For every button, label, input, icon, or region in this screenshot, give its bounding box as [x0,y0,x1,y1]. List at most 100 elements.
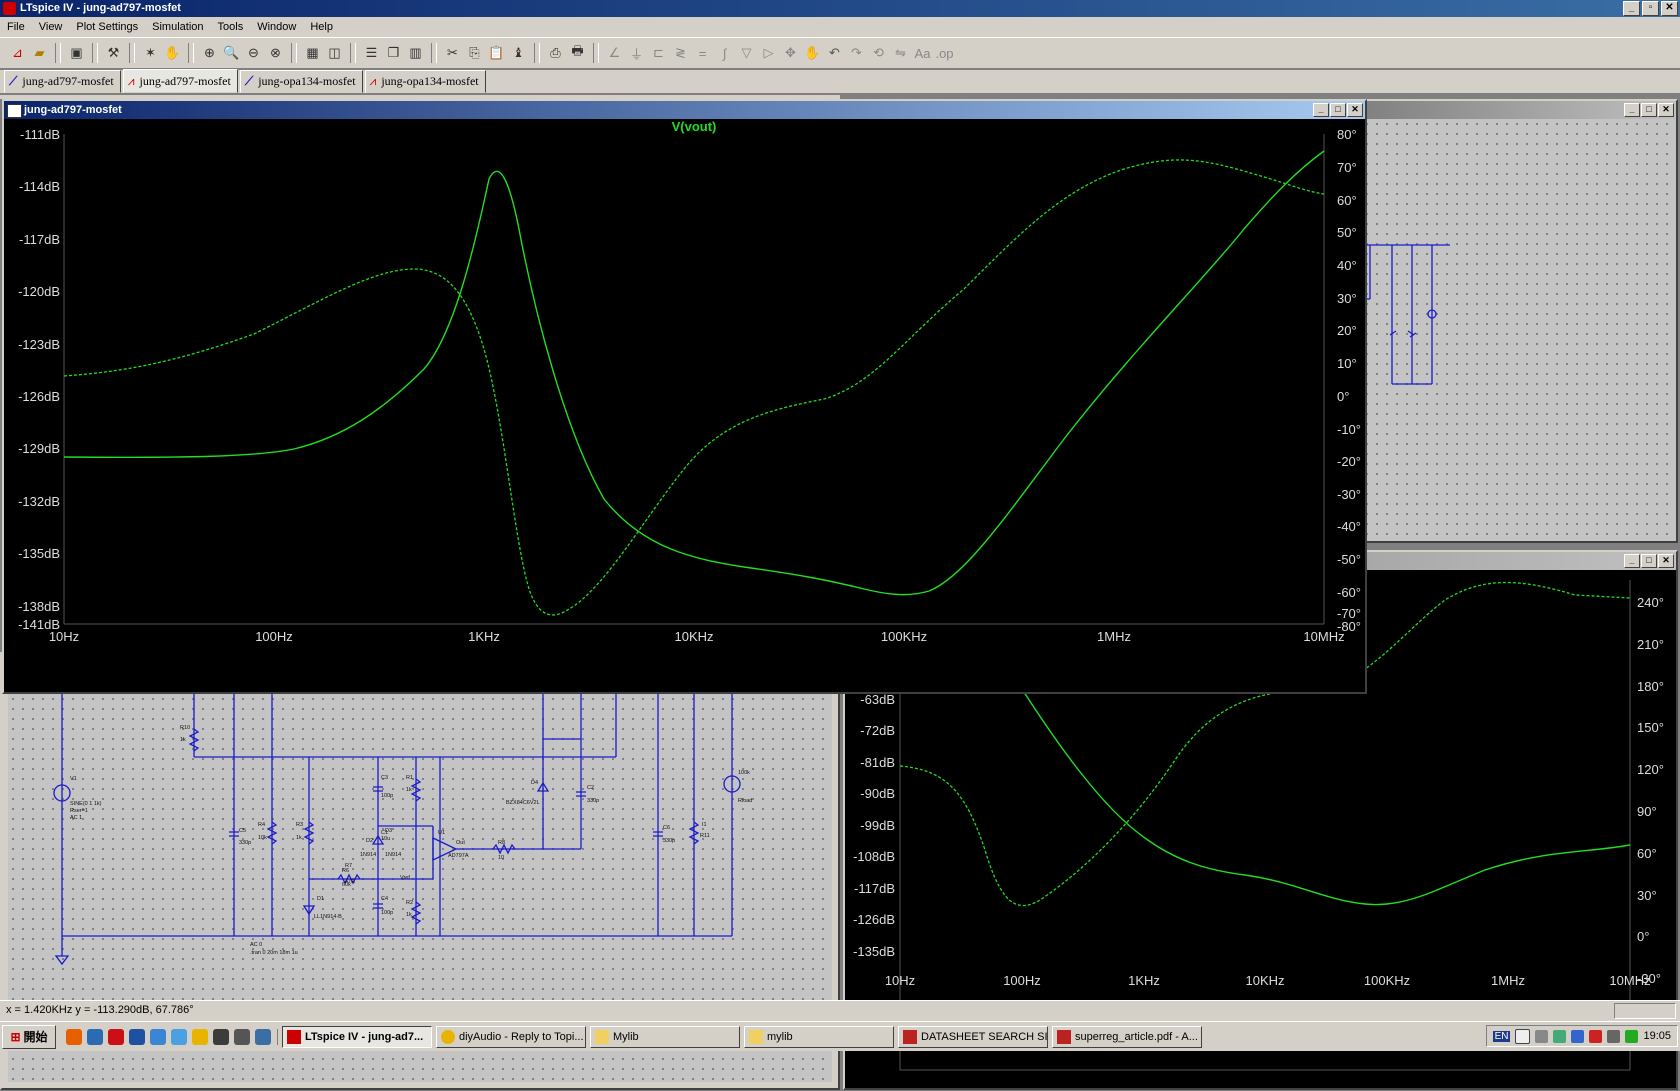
task-label: LTspice IV - jung-ad7... [305,1030,424,1043]
menu-help[interactable]: Help [303,21,340,33]
control-panel-icon[interactable]: ⚒ [104,44,123,63]
copy-icon[interactable]: ⎘ [465,44,484,63]
find-icon[interactable]: ♝ [509,44,528,63]
wire-icon[interactable]: ∠ [605,44,624,63]
tab-waveform-ad797[interactable]: ⩘ jung-ad797-mosfet [122,69,238,93]
zoom-out-icon[interactable]: ⊖ [244,44,263,63]
capacitor-icon[interactable]: = [693,44,712,63]
maximize-button[interactable]: □ [1330,103,1346,117]
resistor-icon[interactable]: ≷ [671,44,690,63]
component-icon[interactable]: ▷ [759,44,778,63]
halt-icon[interactable]: ✋ [163,44,182,63]
language-indicator[interactable]: EN [1492,1030,1511,1042]
menu-simulation[interactable]: Simulation [145,21,210,33]
redo-icon[interactable]: ↷ [847,44,866,63]
monitor-icon[interactable] [1571,1029,1585,1043]
window-title-bar[interactable]: jung-ad797-mosfet [4,101,1365,119]
open-folder-icon[interactable]: ▰ [30,44,49,63]
media-player-icon[interactable] [129,1028,145,1045]
task-superreg-pdf[interactable]: superreg_article.pdf - A... [1052,1025,1202,1048]
minimize-button[interactable]: _ [1313,103,1329,117]
tab-schematic-opa134[interactable]: ⟋ jung-opa134-mosfet [239,70,363,93]
menu-tools[interactable]: Tools [211,21,251,33]
close-button[interactable]: ✕ [1658,103,1674,117]
zoom-in-icon[interactable]: ⊕ [200,44,219,63]
task-ltspice[interactable]: LTspice IV - jung-ad7... [282,1025,432,1048]
tran-directive[interactable]: AC 0 [250,942,262,948]
tab-waveform-opa134[interactable]: ⩘ jung-opa134-mosfet [364,70,486,93]
network-icon[interactable] [1553,1029,1567,1043]
new-schematic-icon[interactable]: ⊿ [8,44,27,63]
ie-icon[interactable] [150,1028,166,1045]
waveform-window-ad797[interactable]: jung-ad797-mosfet _ □ ✕ V(vout) -111dB -… [2,99,1367,694]
print-setup-icon[interactable]: ⎙ [546,44,565,63]
phone-icon[interactable] [213,1028,229,1045]
cascade-icon[interactable]: ❐ [384,44,403,63]
minimize-button[interactable]: _ [1624,103,1640,117]
flag-icon[interactable] [1625,1029,1639,1043]
x-tick: 10Hz [49,629,79,644]
schematic-window-opa134[interactable]: _ □ ✕ [1360,99,1678,543]
antivirus-icon[interactable] [1589,1029,1603,1043]
opera-icon[interactable] [108,1028,124,1045]
print-icon[interactable]: 🖶 [568,43,587,63]
mirror-icon[interactable]: ⇋ [891,44,910,63]
rotate-icon[interactable]: ⟲ [869,44,888,63]
spice-directive-icon[interactable]: .op [935,44,954,63]
start-button[interactable]: ⊞ 開始 [2,1024,56,1049]
minimize-button[interactable]: _ [1624,554,1640,568]
maximize-button[interactable]: □ [1641,103,1657,117]
move-icon[interactable]: ✥ [781,44,800,63]
menu-file[interactable]: File [0,21,32,33]
help-icon[interactable] [1515,1028,1531,1044]
firefox-icon[interactable] [66,1028,82,1045]
maximize-button[interactable]: □ [1641,554,1657,568]
pan-icon[interactable]: 🔍 [222,44,241,63]
add-trace-icon[interactable]: ◫ [325,44,344,63]
drag-icon[interactable]: ✋ [803,44,822,63]
undo-icon[interactable]: ↶ [825,44,844,63]
python-icon[interactable] [255,1028,271,1045]
close-button[interactable]: ✕ [1658,554,1674,568]
task-label: DATASHEET SEARCH SI... [921,1030,1048,1043]
minimize-button[interactable]: _ [1623,1,1640,16]
label-r8: R8 [498,840,505,846]
zoom-fit-icon[interactable]: ⊗ [266,44,285,63]
save-icon[interactable]: ▣ [67,44,86,63]
pen-icon[interactable] [1535,1029,1549,1043]
chrome-icon[interactable] [192,1028,208,1045]
plot-pane[interactable]: V(vout) -111dB -114dB -117dB -120dB -123… [4,119,1365,692]
task-folder-mylib[interactable]: Mylib [590,1025,740,1048]
tile-horizontal-icon[interactable]: ☰ [362,44,381,63]
app-title-bar[interactable]: LTspice IV - jung-ad797-mosfet _ ▫ ✕ [0,0,1680,17]
schematic-canvas[interactable] [1362,119,1676,541]
menu-view[interactable]: View [32,21,70,33]
run-icon[interactable]: ✶ [141,44,160,63]
trace-label-vout[interactable]: V(vout) [672,119,717,134]
ground-icon[interactable]: ⏚ [627,44,646,63]
tab-schematic-ad797[interactable]: ⟋ jung-ad797-mosfet [4,70,121,93]
task-folder-mylib-2[interactable]: mylib [744,1025,894,1048]
paste-icon[interactable]: 📋 [487,44,506,63]
x-tick: 1MHz [1097,629,1131,644]
restore-button[interactable]: ▫ [1642,1,1659,16]
ie-icon-2[interactable] [171,1028,187,1045]
text-icon[interactable]: Aa [913,44,932,63]
mail-icon[interactable] [234,1028,250,1045]
tile-vertical-icon[interactable]: ▥ [406,44,425,63]
menu-window[interactable]: Window [250,21,303,33]
inductor-icon[interactable]: ∫ [715,44,734,63]
label-net-icon[interactable]: ⊏ [649,44,668,63]
ac-directive[interactable]: .tran 0 20m 18m 1u [250,950,298,956]
diode-icon[interactable]: ▽ [737,44,756,63]
close-button[interactable]: ✕ [1347,103,1363,117]
autorange-icon[interactable]: ▦ [303,44,322,63]
cut-icon[interactable]: ✂ [443,44,462,63]
close-button[interactable]: ✕ [1661,1,1678,16]
thunderbird-icon[interactable] [87,1028,103,1045]
menu-plot-settings[interactable]: Plot Settings [69,21,145,33]
task-datasheet[interactable]: DATASHEET SEARCH SI... [898,1025,1048,1048]
volume-icon[interactable] [1607,1029,1621,1043]
task-chrome-diyaudio[interactable]: diyAudio - Reply to Topi... [436,1025,586,1048]
y-tick-right: -30° [1337,487,1361,502]
